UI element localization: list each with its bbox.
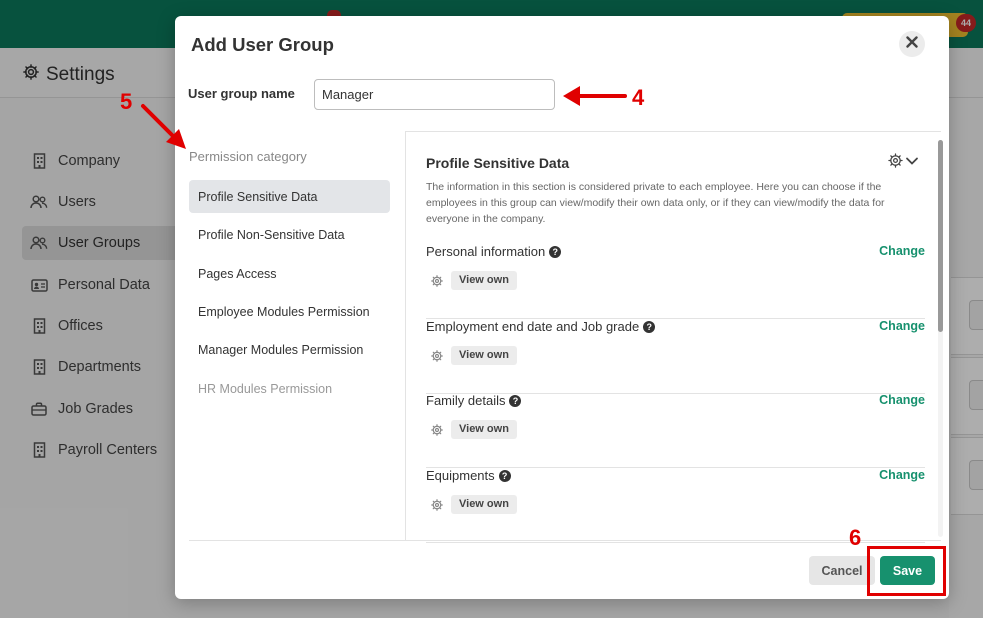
permission-name: Family details? bbox=[426, 393, 522, 408]
help-icon[interactable]: ? bbox=[498, 469, 511, 482]
category-manager-modules-permission[interactable]: Manager Modules Permission bbox=[189, 333, 390, 366]
gear-icon bbox=[431, 274, 443, 287]
help-icon[interactable]: ? bbox=[549, 245, 562, 258]
cancel-button[interactable]: Cancel bbox=[809, 556, 875, 585]
gear-icon bbox=[431, 349, 443, 362]
close-icon bbox=[906, 35, 918, 53]
close-button[interactable] bbox=[899, 31, 925, 57]
permission-row: Personal information? Change View own bbox=[426, 244, 925, 319]
chevron-down-icon bbox=[905, 154, 919, 173]
group-name-input[interactable] bbox=[314, 79, 555, 110]
permission-level-tag: View own bbox=[451, 271, 517, 290]
gear-icon bbox=[431, 423, 443, 436]
category-employee-modules-permission[interactable]: Employee Modules Permission bbox=[189, 295, 390, 328]
change-link[interactable]: Change bbox=[879, 468, 925, 482]
change-link[interactable]: Change bbox=[879, 244, 925, 258]
category-profile-non-sensitive-data[interactable]: Profile Non-Sensitive Data bbox=[189, 218, 390, 251]
permission-name: Personal information? bbox=[426, 244, 562, 259]
change-link[interactable]: Change bbox=[879, 319, 925, 333]
modal-title: Add User Group bbox=[191, 34, 334, 55]
permission-level-tag: View own bbox=[451, 495, 517, 514]
permission-category-heading: Permission category bbox=[189, 149, 307, 164]
annotation-step-5: 5 bbox=[120, 89, 133, 114]
permission-row: Family details? Change View own bbox=[426, 393, 925, 468]
gear-icon bbox=[888, 153, 903, 173]
group-name-label: User group name bbox=[188, 86, 295, 101]
add-user-group-modal: Add User Group User group name Permissio… bbox=[175, 16, 949, 599]
permission-level-tag: View own bbox=[451, 346, 517, 365]
category-pages-access[interactable]: Pages Access bbox=[189, 257, 390, 290]
category-profile-sensitive-data[interactable]: Profile Sensitive Data bbox=[189, 180, 390, 213]
change-link[interactable]: Change bbox=[879, 393, 925, 407]
help-icon[interactable]: ? bbox=[643, 320, 656, 333]
divider bbox=[405, 131, 406, 540]
scrollbar-thumb[interactable] bbox=[938, 140, 943, 332]
section-title: Profile Sensitive Data bbox=[426, 155, 570, 171]
divider bbox=[405, 131, 941, 132]
help-icon[interactable]: ? bbox=[509, 394, 522, 407]
annotation-step-6: 6 bbox=[849, 525, 862, 550]
annotation-step-4: 4 bbox=[632, 85, 645, 110]
permission-name: Equipments? bbox=[426, 468, 511, 483]
category-hr-modules-permission[interactable]: HR Modules Permission bbox=[189, 372, 390, 405]
permission-row: Employment end date and Job grade? Change… bbox=[426, 319, 925, 394]
section-description: The information in this section is consi… bbox=[426, 181, 885, 225]
gear-icon bbox=[431, 498, 443, 511]
permission-name: Employment end date and Job grade? bbox=[426, 319, 656, 334]
annotation-highlight-box bbox=[867, 546, 946, 596]
permission-level-tag: View own bbox=[451, 420, 517, 439]
section-settings-menu[interactable] bbox=[888, 153, 919, 173]
